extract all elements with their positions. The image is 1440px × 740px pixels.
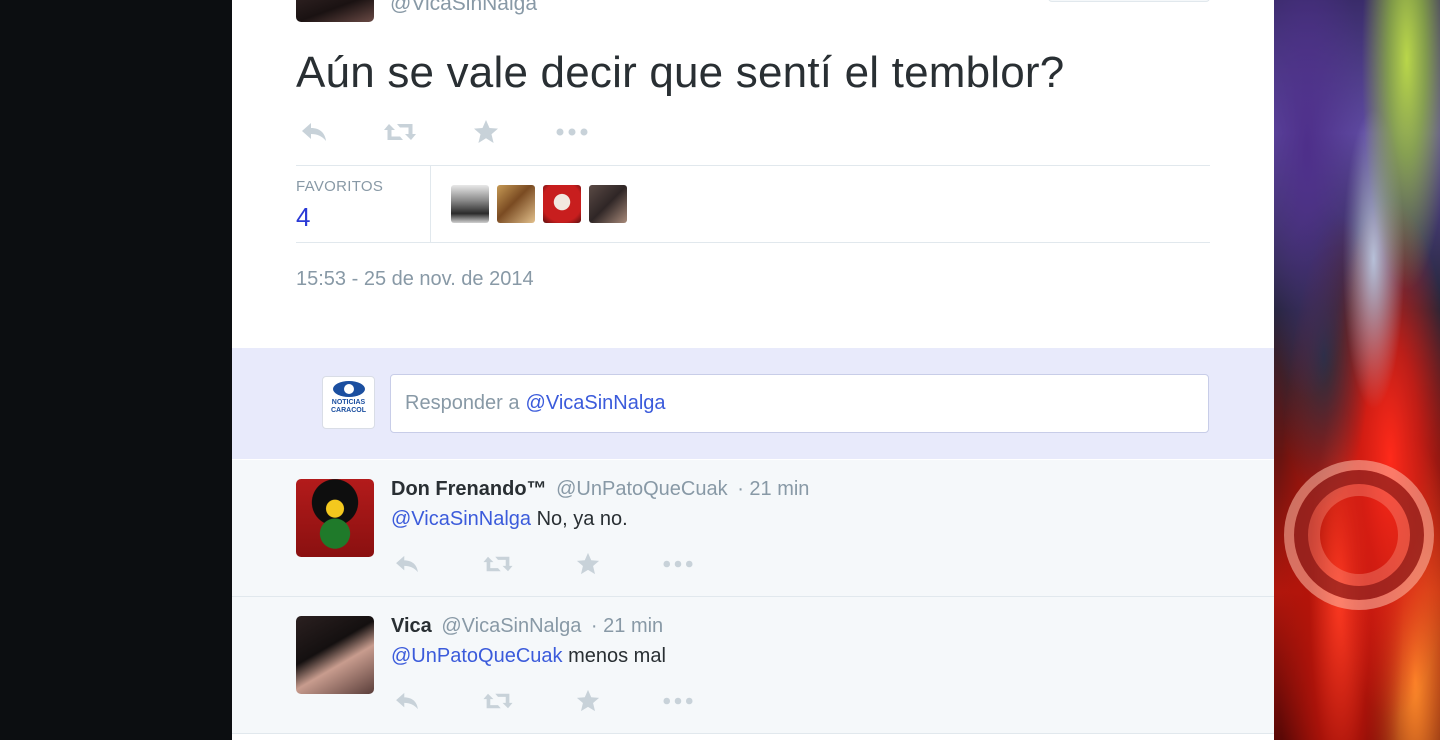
favorites-count[interactable]: 4	[296, 202, 310, 233]
avatar[interactable]	[296, 479, 374, 557]
reply-author-name[interactable]: Vica	[391, 615, 432, 637]
reply-header: Don Frenando™ @UnPatoQueCuak · 21 min	[391, 478, 809, 501]
logo-text: NOTICIAS CARACOL	[331, 399, 366, 414]
more-icon[interactable]	[661, 548, 695, 580]
reply-composer: NOTICIAS CARACOL Responder a @VicaSinNal…	[232, 348, 1274, 459]
reply-icon[interactable]	[296, 116, 332, 148]
tweet-stats: FAVORITOS 4	[296, 165, 1210, 243]
favorite-star-icon[interactable]	[468, 116, 504, 148]
reply-header: Vica @VicaSinNalga · 21 min	[391, 615, 663, 638]
more-icon[interactable]	[661, 685, 695, 717]
reply-body: menos mal	[562, 645, 666, 667]
tweet-timestamp[interactable]: 15:53 - 25 de nov. de 2014	[296, 268, 534, 291]
tweet-detail-panel: @VicaSinNalga Aún se vale decir que sent…	[232, 0, 1274, 740]
reply-tweet[interactable]: Don Frenando™ @UnPatoQueCuak · 21 min @V…	[232, 460, 1274, 597]
reply-icon[interactable]	[391, 548, 423, 580]
reply-author-handle[interactable]: @VicaSinNalga	[441, 615, 581, 637]
reply-time[interactable]: · 21 min	[591, 615, 663, 637]
reply-actions	[391, 548, 695, 580]
retweet-icon[interactable]	[481, 548, 515, 580]
reply-icon[interactable]	[391, 685, 423, 717]
reply-mention-link[interactable]: @VicaSinNalga	[391, 508, 531, 530]
reply-text: @UnPatoQueCuak menos mal	[391, 645, 666, 668]
avatar[interactable]	[543, 185, 581, 223]
retweet-icon[interactable]	[481, 685, 515, 717]
left-dark-background	[0, 0, 232, 740]
turntable-graphic	[1274, 440, 1440, 640]
current-user-avatar: NOTICIAS CARACOL	[322, 376, 375, 429]
avatar[interactable]	[497, 185, 535, 223]
reply-mention-link[interactable]: @UnPatoQueCuak	[391, 645, 563, 667]
reply-actions	[391, 685, 695, 717]
reply-tweet[interactable]: Vica @VicaSinNalga · 21 min @UnPatoQueCu…	[232, 597, 1274, 734]
avatar[interactable]	[296, 616, 374, 694]
caracol-logo-icon	[333, 381, 365, 397]
tweet-text: Aún se vale decir que sentí el temblor?	[296, 48, 1065, 97]
reply-time[interactable]: · 21 min	[737, 478, 809, 500]
favorite-star-icon[interactable]	[573, 548, 603, 580]
favorites-label: FAVORITOS	[296, 178, 384, 195]
retweet-icon[interactable]	[382, 116, 418, 148]
reply-author-handle[interactable]: @UnPatoQueCuak	[556, 478, 728, 500]
reply-body: No, ya no.	[531, 508, 628, 530]
reply-author-name[interactable]: Don Frenando™	[391, 478, 547, 500]
favorited-by-avatars	[451, 185, 627, 223]
reply-placeholder-prefix: Responder a	[405, 392, 520, 414]
author-handle[interactable]: @VicaSinNalga	[390, 0, 537, 16]
more-icon[interactable]	[554, 116, 590, 148]
tweet-actions	[296, 116, 590, 148]
reply-text: @VicaSinNalga No, ya no.	[391, 508, 628, 531]
reply-input[interactable]: Responder a @VicaSinNalga	[390, 374, 1209, 433]
stats-divider	[430, 166, 431, 243]
turntable-ring	[1284, 460, 1434, 610]
avatar[interactable]	[451, 185, 489, 223]
reply-placeholder-mention: @VicaSinNalga	[525, 392, 666, 414]
follow-button[interactable]	[1048, 0, 1210, 2]
author-avatar[interactable]	[296, 0, 374, 22]
favorite-star-icon[interactable]	[573, 685, 603, 717]
avatar[interactable]	[589, 185, 627, 223]
